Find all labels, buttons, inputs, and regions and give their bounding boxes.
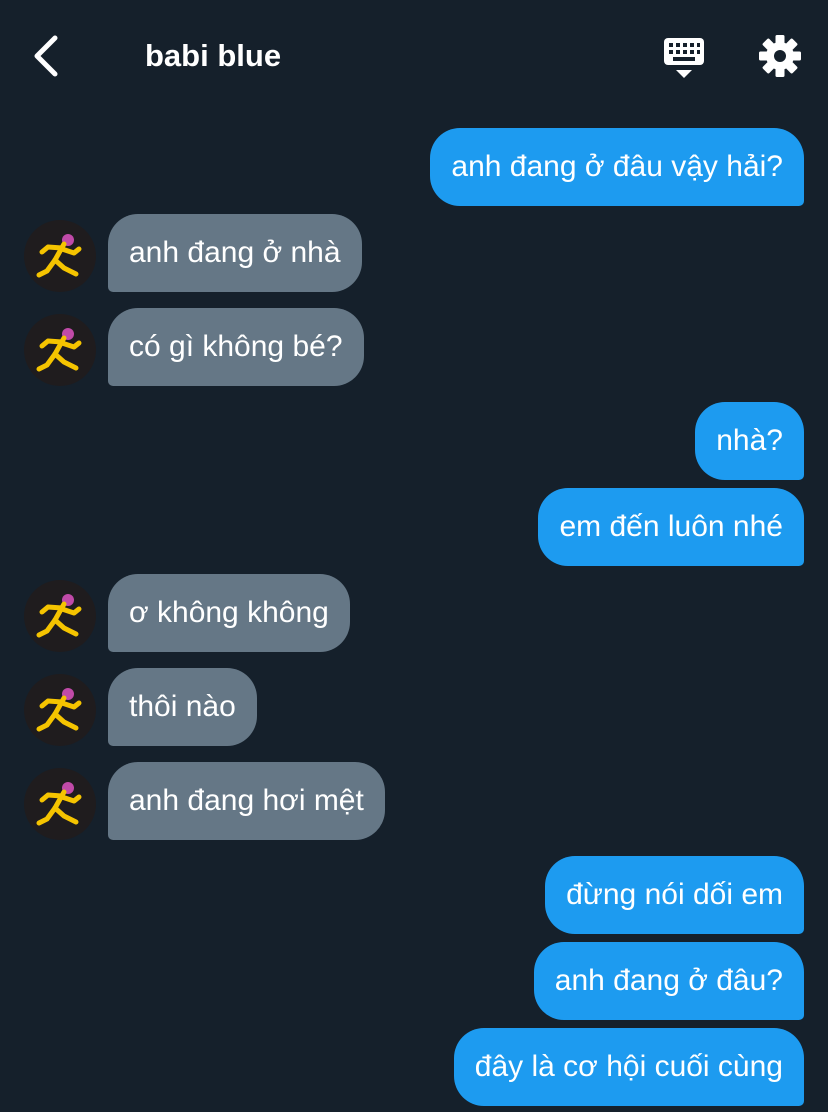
- avatar[interactable]: [24, 674, 96, 746]
- message-text: em đến luôn nhé: [559, 510, 783, 543]
- message-bubble-sent[interactable]: em đến luôn nhé: [538, 488, 804, 566]
- conversation-title[interactable]: babi blue: [145, 34, 281, 78]
- message-bubble-sent[interactable]: đừng nói dối em: [545, 856, 804, 934]
- message-text: ơ không không: [129, 596, 329, 629]
- message-text: đây là cơ hội cuối cùng: [474, 1050, 783, 1083]
- message-text: có gì không bé?: [129, 330, 343, 363]
- message-text: anh đang ở đâu vậy hải?: [451, 150, 783, 183]
- avatar[interactable]: [24, 220, 96, 292]
- back-button[interactable]: [22, 30, 70, 82]
- avatar[interactable]: [24, 768, 96, 840]
- message-text: thôi nào: [129, 690, 236, 723]
- running-figure-icon: [36, 782, 82, 826]
- message-bubble-received[interactable]: anh đang hơi mệt: [108, 762, 385, 840]
- gear-icon: [759, 35, 801, 77]
- chat-screen: babi blue anh đang ở đâu vậy hải? anh đa…: [0, 0, 828, 1112]
- message-text: anh đang ở nhà: [129, 236, 341, 269]
- avatar[interactable]: [24, 314, 96, 386]
- message-bubble-received[interactable]: có gì không bé?: [108, 308, 364, 386]
- chat-header: babi blue: [0, 0, 828, 112]
- message-bubble-received[interactable]: thôi nào: [108, 668, 257, 746]
- message-bubble-sent[interactable]: anh đang ở đâu vậy hải?: [430, 128, 804, 206]
- message-text: anh đang hơi mệt: [129, 784, 364, 817]
- message-bubble-sent[interactable]: đây là cơ hội cuối cùng: [453, 1028, 804, 1106]
- message-bubble-received[interactable]: anh đang ở nhà: [108, 214, 362, 292]
- message-text: nhà?: [716, 424, 783, 457]
- chevron-left-icon: [34, 35, 58, 77]
- avatar[interactable]: [24, 580, 96, 652]
- message-bubble-received[interactable]: ơ không không: [108, 574, 350, 652]
- settings-button[interactable]: [756, 32, 804, 80]
- keyboard-button[interactable]: [658, 34, 710, 82]
- running-figure-icon: [36, 594, 82, 638]
- running-figure-icon: [36, 688, 82, 732]
- keyboard-icon: [664, 38, 704, 78]
- message-text: đừng nói dối em: [566, 878, 783, 911]
- message-bubble-sent[interactable]: anh đang ở đâu?: [533, 942, 804, 1020]
- running-figure-icon: [36, 328, 82, 372]
- message-text: anh đang ở đâu?: [554, 964, 783, 997]
- running-figure-icon: [36, 234, 82, 278]
- message-bubble-sent[interactable]: nhà?: [695, 402, 804, 480]
